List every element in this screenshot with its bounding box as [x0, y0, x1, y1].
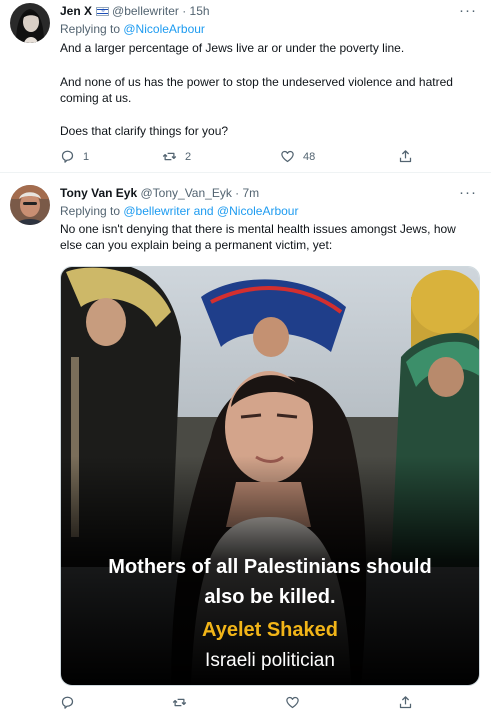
share-button[interactable] — [398, 149, 413, 164]
quote-line-1: Mothers of all Palestinians should — [108, 556, 432, 578]
mention-links[interactable]: @bellewriter and @NicoleArbour — [123, 204, 298, 218]
retweet-icon — [172, 698, 187, 707]
handle-and-time[interactable]: @bellewriter · 15h — [112, 4, 210, 18]
reply-count: 1 — [83, 150, 90, 163]
quote-line-2: also be killed. — [204, 586, 336, 608]
reply-button[interactable]: 1 — [60, 149, 89, 164]
like-button[interactable]: 48 — [280, 149, 315, 164]
tweet-text-line-2: And none of us has the power to stop the… — [60, 75, 453, 105]
reply-button[interactable] — [60, 695, 75, 710]
display-name[interactable]: Tony Van Eyk — [60, 186, 137, 200]
avatar[interactable] — [10, 185, 50, 225]
heart-icon — [286, 696, 299, 709]
replying-to: Replying to @NicoleArbour — [60, 22, 205, 36]
handle-and-time[interactable]: @Tony_Van_Eyk · 7m — [140, 186, 259, 200]
share-button[interactable] — [398, 695, 413, 710]
more-icon[interactable]: ··· — [459, 184, 477, 201]
display-name[interactable]: Jen X — [60, 4, 92, 18]
tweet-text-line-3: Does that clarify things for you? — [60, 124, 229, 138]
reply-icon — [61, 696, 74, 709]
retweet-button[interactable] — [172, 695, 187, 710]
tweet-header: Tony Van Eyk @Tony_Van_Eyk · 7m — [60, 186, 259, 200]
heart-icon — [281, 150, 294, 163]
more-icon[interactable]: ··· — [459, 2, 477, 19]
tweet-text-line-1: And a larger percentage of Jews live ar … — [60, 41, 405, 55]
share-icon — [399, 150, 412, 163]
person-title: Israeli politician — [205, 650, 335, 671]
tweet-actions: 1 2 48 — [60, 149, 420, 167]
person-name: Ayelet Shaked — [202, 619, 338, 641]
avatar[interactable] — [10, 3, 50, 43]
share-icon — [399, 696, 412, 709]
like-button[interactable] — [285, 695, 300, 710]
israel-flag-icon: ✡ — [96, 7, 110, 16]
retweet-button[interactable]: 2 — [162, 149, 191, 164]
tweet-actions — [60, 695, 420, 712]
tweet-text: No one isn't denying that there is menta… — [60, 222, 456, 252]
mention-link[interactable]: @NicoleArbour — [123, 22, 205, 36]
tweet-media-image[interactable]: Mothers of all Palestinians should also … — [60, 266, 480, 686]
tweet-jen-x[interactable]: Jen X ✡ @bellewriter · 15h ··· Replying to… — [0, 0, 491, 172]
like-count: 48 — [303, 150, 316, 163]
replying-to: Replying to @bellewriter and @NicoleArbo… — [60, 204, 298, 218]
replying-prefix: Replying to — [60, 204, 124, 218]
reply-icon — [61, 150, 74, 163]
retweet-icon — [162, 152, 177, 161]
retweet-count: 2 — [185, 150, 192, 163]
tweet-header: Jen X ✡ @bellewriter · 15h — [60, 4, 210, 18]
replying-prefix: Replying to — [60, 22, 124, 36]
